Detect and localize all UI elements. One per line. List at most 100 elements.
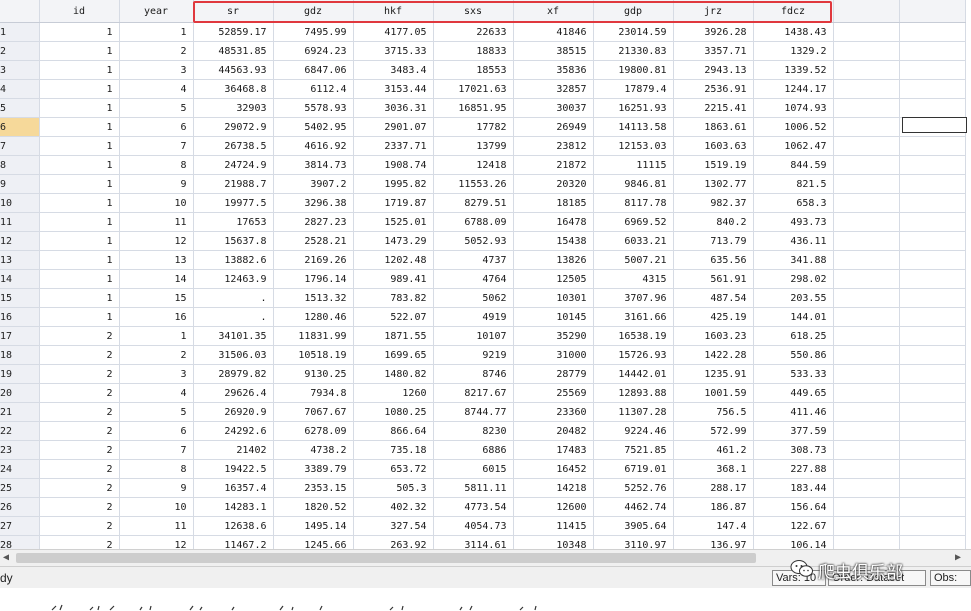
row-number[interactable]: 6 (0, 117, 40, 137)
scroll-left-icon[interactable]: ◀ (3, 552, 9, 563)
cell-year[interactable]: 13 (119, 250, 194, 270)
column-header-year[interactable]: year (119, 0, 194, 23)
cell-jrz[interactable]: 1235.91 (673, 364, 754, 384)
cell-gdz[interactable]: 3389.79 (273, 459, 354, 479)
empty-cell[interactable] (899, 174, 966, 194)
cell-sr[interactable]: 24724.9 (193, 155, 274, 175)
cell-hkf[interactable]: 866.64 (353, 421, 434, 441)
empty-cell[interactable] (899, 136, 966, 156)
cell-fdcz[interactable]: 618.25 (753, 326, 834, 346)
cell-id[interactable]: 1 (39, 136, 120, 156)
cell-xf[interactable]: 10348 (513, 535, 594, 549)
empty-cell[interactable] (833, 41, 900, 61)
column-header-fdcz[interactable]: fdcz (753, 0, 834, 23)
cell-gdp[interactable]: 6033.21 (593, 231, 674, 251)
cell-xf[interactable]: 35836 (513, 60, 594, 80)
cell-year[interactable]: 1 (119, 326, 194, 346)
cell-year[interactable]: 12 (119, 535, 194, 549)
column-header-xf[interactable]: xf (513, 0, 594, 23)
cell-sr[interactable]: 36468.8 (193, 79, 274, 99)
cell-gdz[interactable]: 7495.99 (273, 22, 354, 42)
cell-xf[interactable]: 32857 (513, 79, 594, 99)
cell-xf[interactable]: 31000 (513, 345, 594, 365)
cell-gdp[interactable]: 3110.97 (593, 535, 674, 549)
cell-hkf[interactable]: 505.3 (353, 478, 434, 498)
cell-fdcz[interactable]: 183.44 (753, 478, 834, 498)
cell-gdp[interactable]: 4462.74 (593, 497, 674, 517)
cell-gdz[interactable]: 6924.23 (273, 41, 354, 61)
row-number[interactable]: 4 (0, 79, 40, 99)
column-header-sr[interactable]: sr (193, 0, 274, 23)
column-header-gdp[interactable]: gdp (593, 0, 674, 23)
empty-cell[interactable] (833, 288, 900, 308)
empty-cell[interactable] (833, 193, 900, 213)
cell-fdcz[interactable]: 298.02 (753, 269, 834, 289)
cell-gdz[interactable]: 1495.14 (273, 516, 354, 536)
cell-id[interactable]: 2 (39, 497, 120, 517)
cell-fdcz[interactable]: 341.88 (753, 250, 834, 270)
cell-id[interactable]: 1 (39, 117, 120, 137)
cell-gdp[interactable]: 16251.93 (593, 98, 674, 118)
cell-fdcz[interactable]: 1244.17 (753, 79, 834, 99)
cell-jrz[interactable]: 1519.19 (673, 155, 754, 175)
cell-sxs[interactable]: 4737 (433, 250, 514, 270)
cell-sr[interactable]: . (193, 307, 274, 327)
cell-id[interactable]: 1 (39, 60, 120, 80)
cell-xf[interactable]: 28779 (513, 364, 594, 384)
cell-xf[interactable]: 23360 (513, 402, 594, 422)
cell-sr[interactable]: 44563.93 (193, 60, 274, 80)
cell-year[interactable]: 11 (119, 516, 194, 536)
cell-sr[interactable]: 26920.9 (193, 402, 274, 422)
row-number[interactable]: 5 (0, 98, 40, 118)
cell-id[interactable]: 2 (39, 516, 120, 536)
cell-sxs[interactable]: 5062 (433, 288, 514, 308)
empty-cell[interactable] (833, 98, 900, 118)
cell-xf[interactable]: 30037 (513, 98, 594, 118)
empty-cell[interactable] (833, 345, 900, 365)
cell-hkf[interactable]: 1871.55 (353, 326, 434, 346)
cell-gdz[interactable]: 6278.09 (273, 421, 354, 441)
cell-year[interactable]: 10 (119, 497, 194, 517)
cell-gdp[interactable]: 14442.01 (593, 364, 674, 384)
cell-hkf[interactable]: 402.32 (353, 497, 434, 517)
row-number[interactable]: 3 (0, 60, 40, 80)
empty-cell[interactable] (899, 231, 966, 251)
cell-sxs[interactable]: 5052.93 (433, 231, 514, 251)
cell-sxs[interactable]: 4919 (433, 307, 514, 327)
cell-sxs[interactable]: 5811.11 (433, 478, 514, 498)
row-number[interactable]: 24 (0, 459, 40, 479)
cell-sr[interactable]: 29072.9 (193, 117, 274, 137)
empty-cell[interactable] (899, 497, 966, 517)
cell-hkf[interactable]: 1080.25 (353, 402, 434, 422)
row-number[interactable]: 7 (0, 136, 40, 156)
cell-gdz[interactable]: 2353.15 (273, 478, 354, 498)
cell-gdz[interactable]: 3907.2 (273, 174, 354, 194)
cell-hkf[interactable]: 2901.07 (353, 117, 434, 137)
empty-cell[interactable] (899, 535, 966, 549)
cell-year[interactable]: 6 (119, 421, 194, 441)
cell-jrz[interactable]: 461.2 (673, 440, 754, 460)
cell-year[interactable]: 5 (119, 402, 194, 422)
cell-fdcz[interactable]: 1438.43 (753, 22, 834, 42)
cell-gdp[interactable]: 12893.88 (593, 383, 674, 403)
cell-fdcz[interactable]: 156.64 (753, 497, 834, 517)
row-number[interactable]: 28 (0, 535, 40, 549)
cell-gdp[interactable]: 14113.58 (593, 117, 674, 137)
cell-hkf[interactable]: 3483.4 (353, 60, 434, 80)
cell-fdcz[interactable]: 144.01 (753, 307, 834, 327)
cell-xf[interactable]: 12600 (513, 497, 594, 517)
cell-sxs[interactable]: 6015 (433, 459, 514, 479)
empty-cell[interactable] (833, 421, 900, 441)
cell-year[interactable]: 12 (119, 231, 194, 251)
cell-sxs[interactable]: 22633 (433, 22, 514, 42)
empty-cell[interactable] (899, 345, 966, 365)
cell-hkf[interactable]: 1908.74 (353, 155, 434, 175)
cell-jrz[interactable]: 561.91 (673, 269, 754, 289)
cell-gdp[interactable]: 4315 (593, 269, 674, 289)
empty-cell[interactable] (899, 326, 966, 346)
empty-cell[interactable] (899, 41, 966, 61)
cell-year[interactable]: 16 (119, 307, 194, 327)
cell-year[interactable]: 9 (119, 174, 194, 194)
row-number[interactable]: 27 (0, 516, 40, 536)
cell-gdp[interactable]: 11115 (593, 155, 674, 175)
